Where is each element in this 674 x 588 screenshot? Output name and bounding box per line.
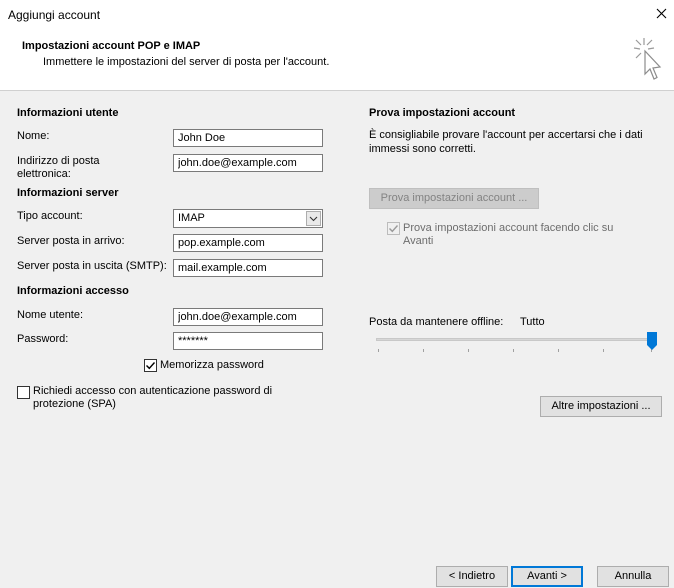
back-button[interactable]: < Indietro	[436, 566, 508, 587]
password-field[interactable]	[173, 332, 323, 350]
email-label-line1: Indirizzo di posta	[17, 155, 100, 167]
checkmark-icon	[146, 362, 156, 370]
click-cursor-icon	[630, 36, 666, 89]
server-info-heading: Informazioni server	[17, 187, 119, 199]
dropdown-button[interactable]	[306, 211, 321, 226]
cancel-button[interactable]: Annulla	[597, 566, 669, 587]
remember-password-checkbox[interactable]	[144, 359, 157, 372]
content-area	[0, 91, 674, 546]
login-info-heading: Informazioni accesso	[17, 285, 129, 297]
outgoing-server-label: Server posta in uscita (SMTP):	[17, 260, 167, 272]
email-field[interactable]	[173, 154, 323, 172]
password-label: Password:	[17, 333, 69, 345]
chevron-down-icon	[309, 216, 318, 222]
slider-tick	[513, 349, 514, 352]
slider-tick	[378, 349, 379, 352]
account-type-select[interactable]: IMAP	[173, 209, 323, 228]
test-description-line2: immessi sono corretti.	[369, 143, 476, 155]
test-settings-heading: Prova impostazioni account	[369, 107, 516, 119]
slider-tick	[558, 349, 559, 352]
incoming-server-label: Server posta in arrivo:	[17, 235, 125, 247]
header-title: Impostazioni account POP e IMAP	[22, 40, 201, 52]
close-button[interactable]	[648, 2, 674, 28]
auto-test-checkbox[interactable]	[387, 222, 400, 235]
user-info-heading: Informazioni utente	[17, 107, 119, 119]
offline-slider-track[interactable]	[376, 338, 654, 341]
slider-tick	[423, 349, 424, 352]
title-bar: Aggiungi account	[0, 0, 674, 30]
more-settings-button[interactable]: Altre impostazioni ...	[540, 396, 662, 417]
auto-test-label-line1: Prova impostazioni account facendo clic …	[403, 222, 614, 234]
spa-checkbox[interactable]	[17, 386, 30, 399]
close-icon	[656, 8, 666, 19]
slider-tick	[468, 349, 469, 352]
email-label-line2: elettronica:	[17, 168, 71, 180]
window-title: Aggiungi account	[8, 8, 101, 22]
next-button[interactable]: Avanti >	[511, 566, 583, 587]
name-field[interactable]	[173, 129, 323, 147]
username-label: Nome utente:	[17, 309, 84, 321]
slider-tick	[603, 349, 604, 352]
remember-password-label: Memorizza password	[160, 359, 264, 371]
account-type-label: Tipo account:	[17, 210, 83, 222]
header-subtitle: Immettere le impostazioni del server di …	[43, 56, 330, 68]
test-account-button[interactable]: Prova impostazioni account ...	[369, 188, 539, 209]
spa-label-line1: Richiedi accesso con autenticazione pass…	[33, 385, 273, 397]
test-description-line1: È consigliabile provare l'account per ac…	[369, 129, 643, 141]
name-label: Nome:	[17, 130, 50, 142]
offline-mail-label: Posta da mantenere offline:	[369, 316, 504, 328]
username-field[interactable]	[173, 308, 323, 326]
checkmark-icon	[389, 225, 399, 233]
offline-mail-value: Tutto	[520, 316, 545, 328]
offline-slider-thumb[interactable]	[647, 332, 657, 350]
auto-test-label-line2: Avanti	[403, 235, 434, 247]
dialog-header: Impostazioni account POP e IMAP Immetter…	[0, 30, 674, 90]
account-type-value: IMAP	[178, 212, 205, 224]
spa-label-line2: protezione (SPA)	[33, 398, 116, 410]
outgoing-server-field[interactable]	[173, 259, 323, 277]
incoming-server-field[interactable]	[173, 234, 323, 252]
